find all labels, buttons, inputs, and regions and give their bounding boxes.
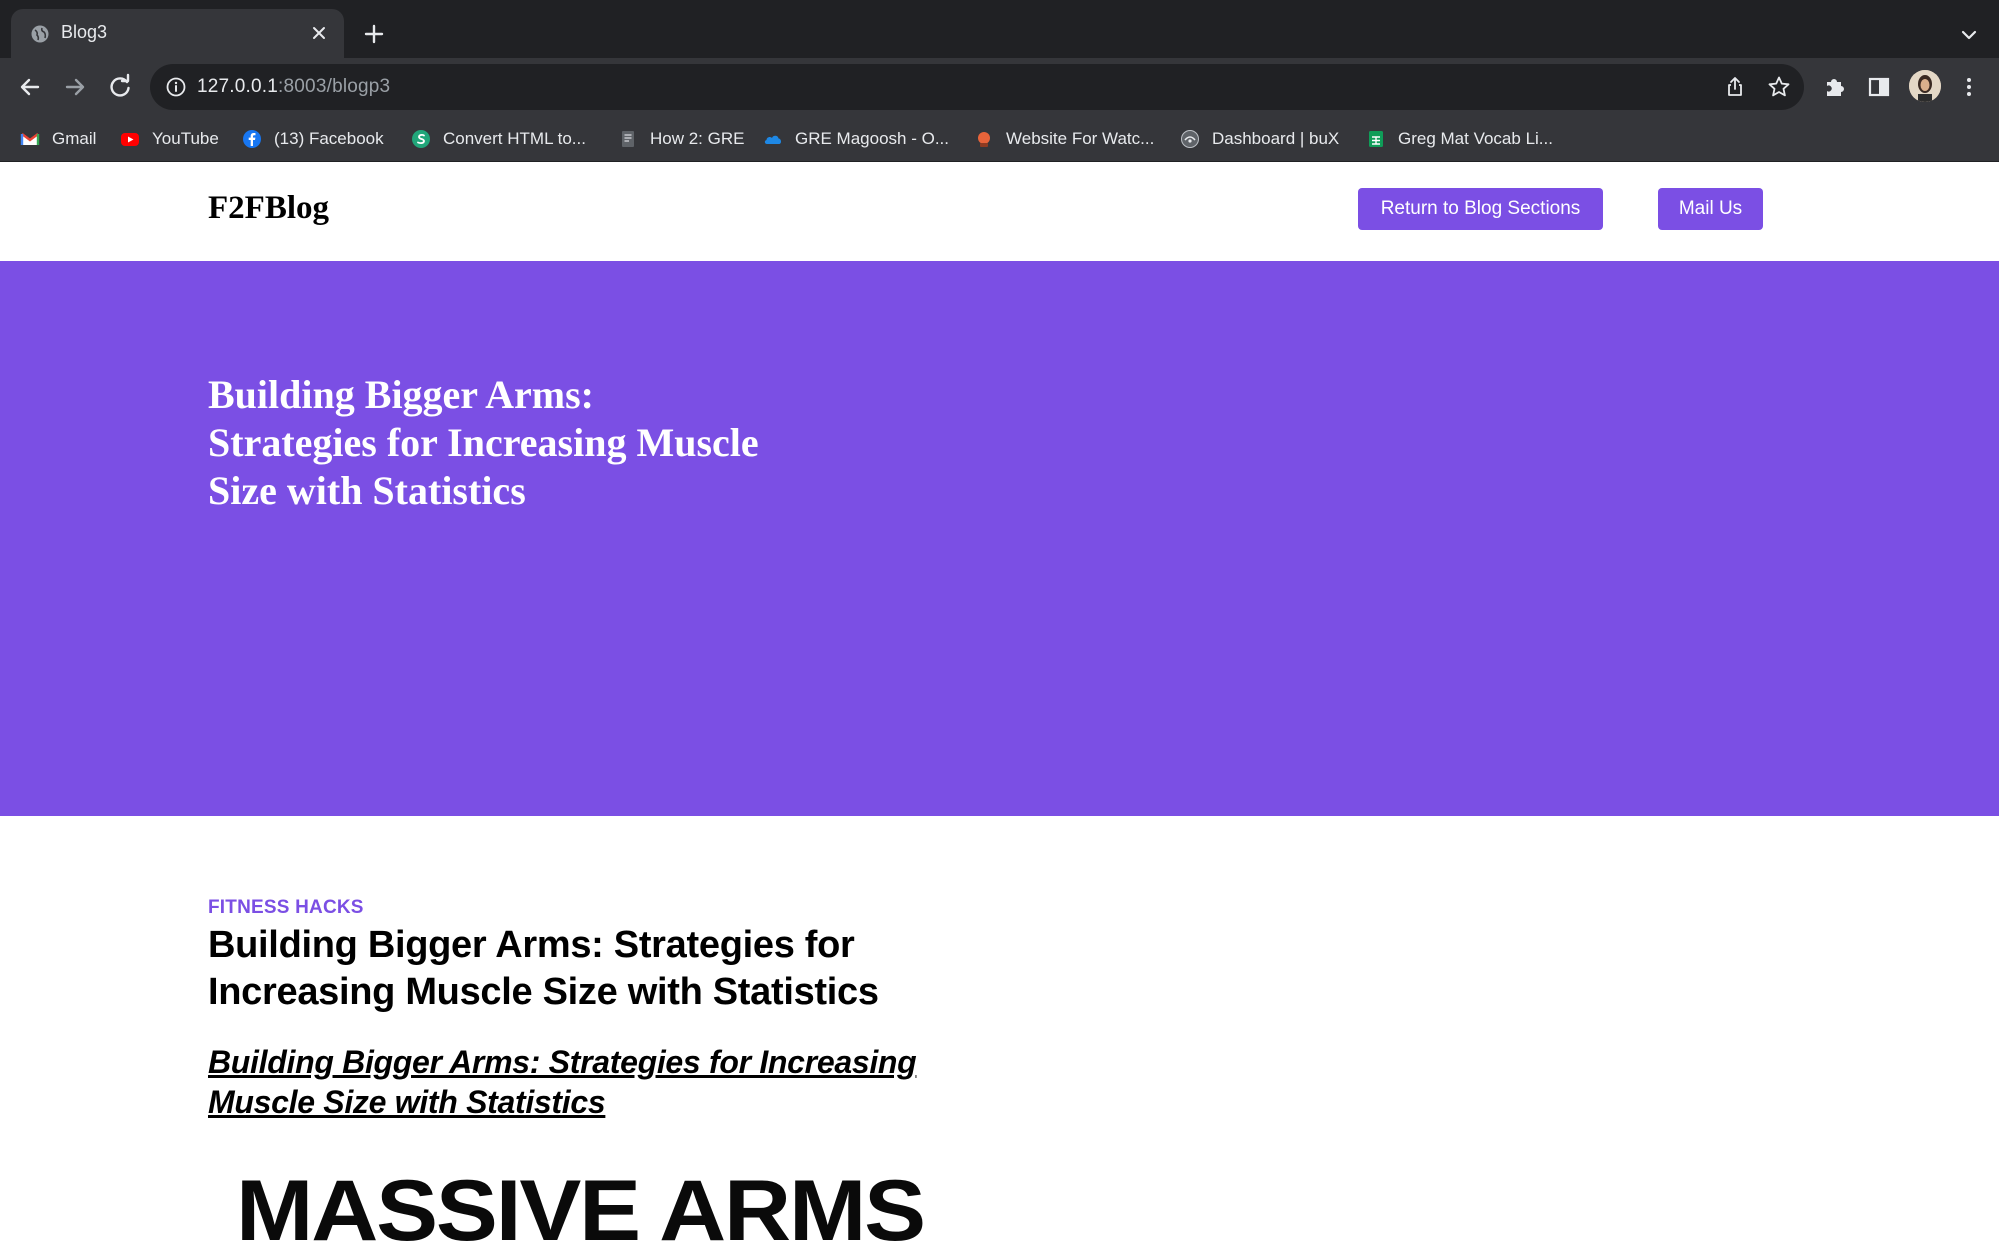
convert-icon	[412, 130, 430, 148]
share-icon[interactable]	[1722, 74, 1748, 100]
bookmark-gre-magoosh[interactable]: GRE Magoosh - O...	[763, 127, 949, 151]
chevron-down-icon[interactable]	[1955, 22, 1983, 48]
bookmark-label: Gmail	[52, 129, 97, 148]
more-vert-icon[interactable]	[1953, 71, 1985, 103]
bookmark-label: Greg Mat Vocab Li...	[1398, 129, 1553, 148]
hero-banner: Building Bigger Arms: Strategies for Inc…	[0, 261, 1999, 816]
bookmark-label: YouTube	[152, 129, 219, 148]
globe-icon	[31, 25, 49, 43]
bookmark-label: Dashboard | buX	[1212, 129, 1340, 148]
bookmark-gmail[interactable]: Gmail	[20, 127, 96, 151]
bookmark-how2-gre[interactable]: How 2: GRE	[618, 127, 744, 151]
bookmark-dashboard-bux[interactable]: Dashboard | buX	[1180, 127, 1339, 151]
close-tab-icon[interactable]	[306, 20, 332, 46]
site-header: F2FBlog Return to Blog Sections Mail Us	[0, 162, 1999, 261]
bookmark-label: GRE Magoosh - O...	[795, 129, 949, 148]
bookmark-youtube[interactable]: YouTube	[120, 127, 219, 151]
address-bar[interactable]: 127.0.0.1:8003/blogp3	[150, 64, 1804, 110]
mail-us-button[interactable]: Mail Us	[1658, 188, 1763, 230]
url-path: :8003/blogp3	[278, 76, 391, 97]
youtube-icon	[121, 133, 139, 146]
profile-photo-icon	[1909, 70, 1941, 102]
article-image-text: MASSIVE ARMS	[236, 1163, 926, 1250]
bookmarks-bar: Gmail YouTube (13) Facebook Convert HTML…	[0, 116, 1999, 162]
bookmark-website-for-watch[interactable]: Website For Watc...	[974, 127, 1154, 151]
page-viewport[interactable]: F2FBlog Return to Blog Sections Mail Us …	[0, 162, 1999, 1250]
onedrive-icon	[764, 135, 782, 144]
return-to-blog-sections-button[interactable]: Return to Blog Sections	[1358, 188, 1603, 230]
website-icon	[978, 132, 990, 147]
category-label: FITNESS HACKS	[208, 897, 364, 918]
document-icon	[622, 131, 634, 147]
tab-title: Blog3	[61, 22, 108, 42]
profile-avatar[interactable]	[1909, 70, 1941, 102]
gmail-icon	[20, 133, 40, 145]
browser-tabstrip: Blog3	[0, 0, 1999, 58]
browser-toolbar: 127.0.0.1:8003/blogp3	[0, 58, 1999, 116]
new-tab-icon[interactable]	[360, 20, 388, 48]
bookmark-label: How 2: GRE	[650, 129, 745, 148]
url-text: 127.0.0.1:8003/blogp3	[197, 76, 390, 98]
forward-arrow-icon[interactable]	[59, 71, 91, 103]
back-arrow-icon[interactable]	[14, 71, 46, 103]
bookmark-facebook[interactable]: (13) Facebook	[242, 127, 384, 151]
sheets-icon	[1369, 131, 1383, 147]
bookmark-label: Convert HTML to...	[443, 129, 586, 148]
post-link[interactable]: Building Bigger Arms: Strategies for Inc…	[208, 1042, 988, 1122]
bookmark-label: Website For Watc...	[1006, 129, 1155, 148]
dashboard-icon	[1181, 130, 1199, 148]
article-image: MASSIVE ARMS	[208, 1152, 998, 1250]
star-icon[interactable]	[1766, 74, 1792, 100]
bookmark-convert-html[interactable]: Convert HTML to...	[411, 127, 586, 151]
post-title: Building Bigger Arms: Strategies for Inc…	[208, 924, 879, 1013]
bookmark-label: (13) Facebook	[274, 129, 384, 148]
site-logo[interactable]: F2FBlog	[208, 190, 329, 227]
extensions-puzzle-icon[interactable]	[1819, 71, 1851, 103]
browser-tab[interactable]: Blog3	[11, 9, 344, 58]
reload-icon[interactable]	[104, 71, 136, 103]
facebook-icon	[243, 130, 261, 148]
info-icon[interactable]	[164, 75, 188, 99]
url-host: 127.0.0.1	[197, 76, 279, 97]
bookmark-greg-mat-vocab[interactable]: Greg Mat Vocab Li...	[1366, 127, 1553, 151]
side-panel-icon[interactable]	[1863, 71, 1895, 103]
hero-title: Building Bigger Arms: Strategies for Inc…	[208, 372, 759, 513]
